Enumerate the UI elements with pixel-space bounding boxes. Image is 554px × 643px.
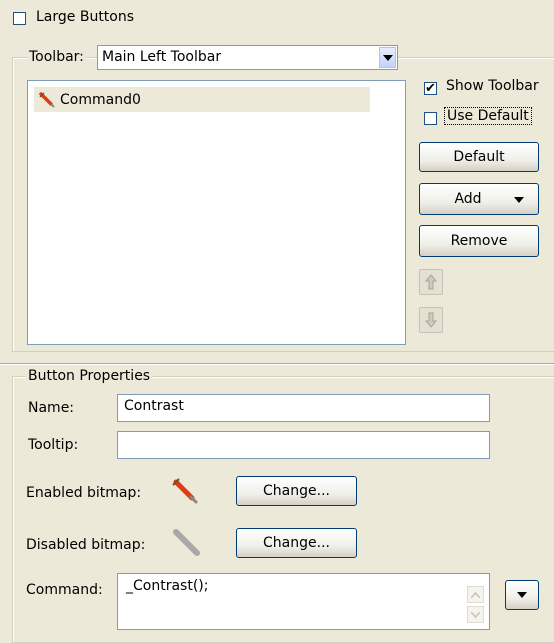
toolbar-select-value: Main Left Toolbar bbox=[102, 49, 222, 65]
toolbar-select[interactable]: Main Left Toolbar bbox=[97, 45, 398, 70]
use-default-checkbox[interactable] bbox=[424, 112, 437, 125]
add-button-label: Add bbox=[454, 191, 482, 207]
use-default-label: Use Default bbox=[444, 107, 532, 125]
default-button[interactable]: Default bbox=[419, 142, 539, 172]
tooltip-field[interactable] bbox=[117, 431, 490, 459]
disabled-bitmap-label: Disabled bitmap: bbox=[26, 537, 146, 553]
enabled-bitmap-label: Enabled bitmap: bbox=[26, 485, 142, 501]
show-toolbar-label: Show Toolbar bbox=[446, 78, 539, 94]
command-label: Command: bbox=[26, 582, 103, 598]
scroll-up-icon bbox=[471, 591, 480, 598]
large-buttons-label: Large Buttons bbox=[36, 9, 135, 25]
brush-disabled-icon bbox=[173, 529, 200, 556]
chevron-down-icon bbox=[514, 197, 524, 203]
brush-icon bbox=[172, 478, 198, 504]
scroll-down-icon bbox=[471, 611, 480, 618]
move-up-button[interactable] bbox=[419, 269, 443, 295]
list-item-label: Command0 bbox=[60, 91, 141, 108]
add-button[interactable]: Add bbox=[419, 183, 539, 215]
section-divider bbox=[0, 363, 554, 365]
show-toolbar-checkbox[interactable]: ✔ bbox=[424, 82, 437, 95]
command-text: _Contrast(); bbox=[126, 578, 209, 594]
brush-icon bbox=[39, 91, 55, 108]
tooltip-label: Tooltip: bbox=[28, 437, 79, 453]
toolbar-button-list[interactable]: Command0 bbox=[27, 80, 406, 345]
button-properties-title: Button Properties bbox=[26, 368, 153, 384]
scroll-down-button[interactable] bbox=[467, 606, 484, 623]
chevron-down-icon[interactable] bbox=[379, 47, 396, 68]
command-field[interactable]: _Contrast(); bbox=[117, 573, 490, 630]
toolbar-label: Toolbar: bbox=[27, 49, 86, 65]
large-buttons-checkbox[interactable] bbox=[13, 12, 26, 25]
move-down-button[interactable] bbox=[419, 307, 443, 333]
name-label: Name: bbox=[28, 400, 75, 416]
name-field[interactable]: Contrast bbox=[117, 394, 490, 422]
remove-button[interactable]: Remove bbox=[419, 225, 539, 257]
change-enabled-bitmap-button[interactable]: Change... bbox=[236, 476, 357, 506]
check-icon: ✔ bbox=[425, 81, 436, 96]
arrow-down-icon bbox=[424, 312, 438, 328]
scroll-up-button[interactable] bbox=[467, 586, 484, 603]
list-item[interactable]: Command0 bbox=[34, 87, 370, 112]
arrow-up-icon bbox=[424, 274, 438, 290]
command-dropdown-button[interactable] bbox=[505, 580, 539, 610]
change-disabled-bitmap-button[interactable]: Change... bbox=[236, 528, 357, 558]
chevron-down-icon bbox=[517, 592, 527, 598]
